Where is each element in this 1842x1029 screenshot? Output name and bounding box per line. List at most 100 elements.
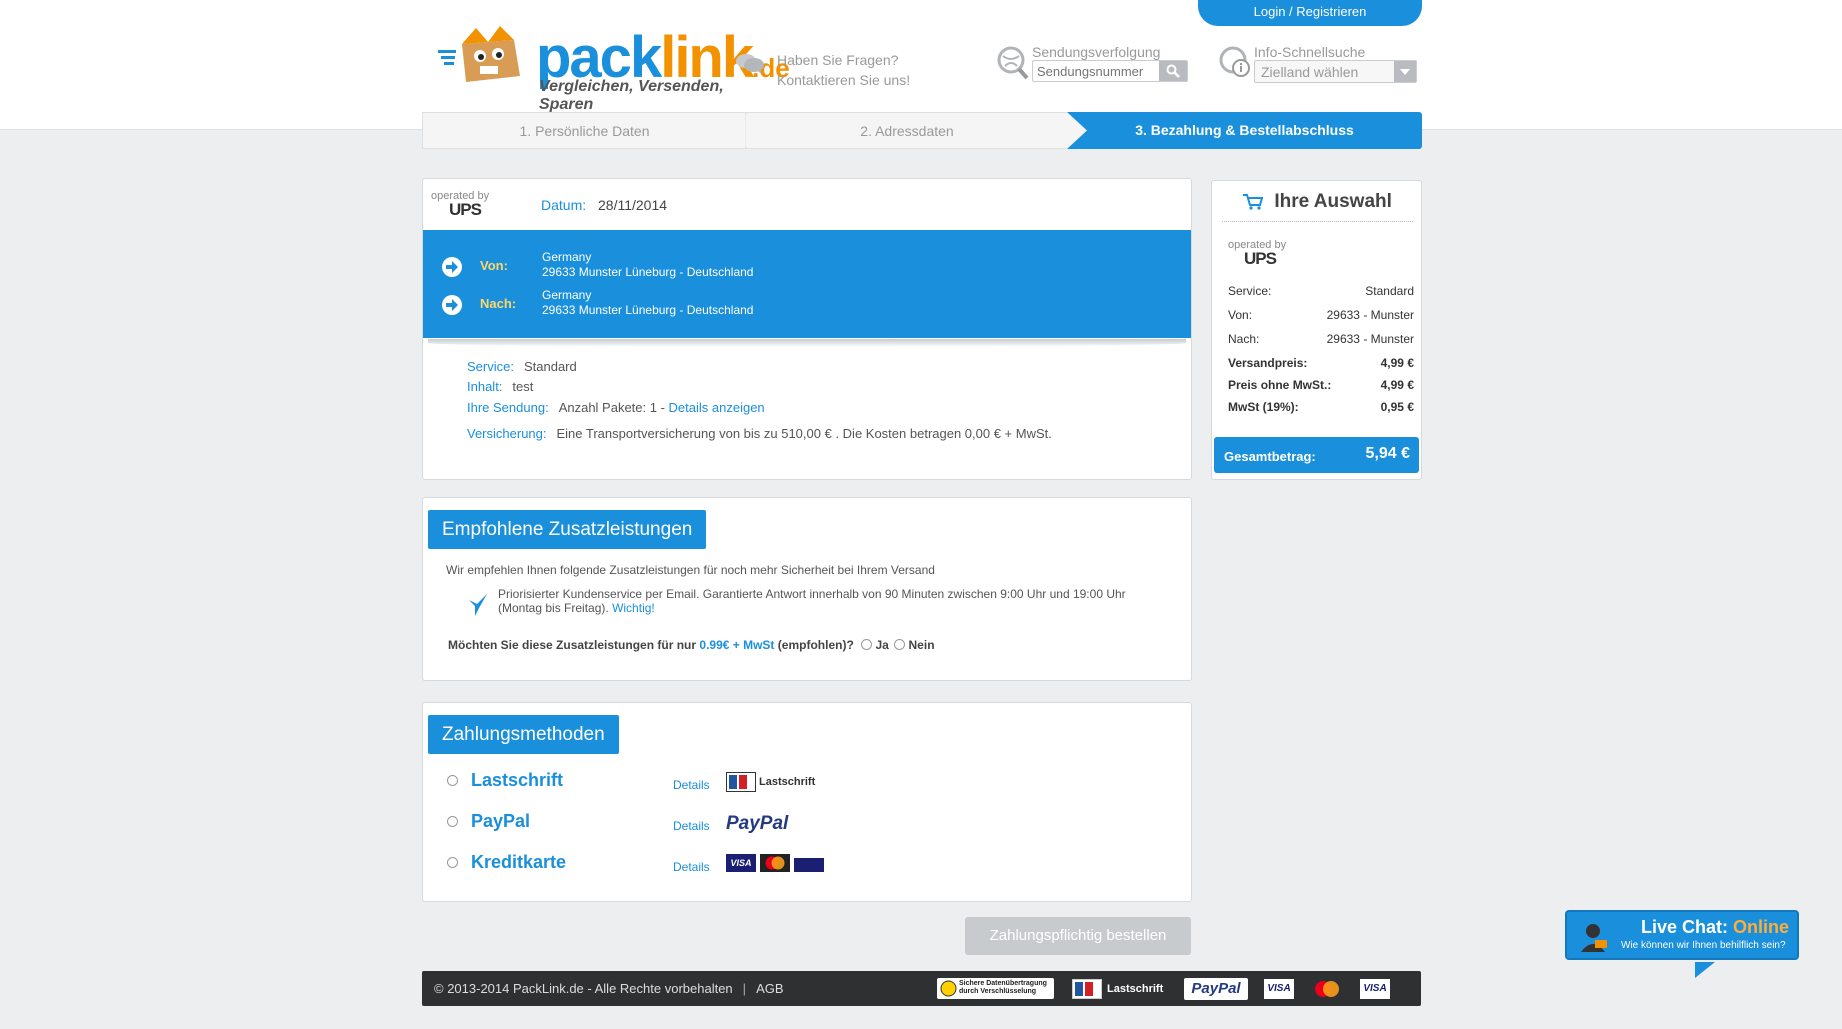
extras-item-text: Priorisierter Kundenservice per Email. G…: [498, 587, 1126, 615]
extras-title: Empfohlene Zusatzleistungen: [428, 510, 707, 549]
divider: [1222, 221, 1413, 222]
sidebar-to-row: Nach: 29633 - Munster: [1228, 332, 1414, 346]
footer-visa-logo: VISA: [1264, 979, 1294, 999]
shipment-details-panel: operated by UPS Datum: 28/11/2014 Von: G…: [422, 178, 1192, 480]
login-register-link[interactable]: Login / Registrieren: [1198, 0, 1422, 26]
checkout-steps: 1. Persönliche Daten 2. Adressdaten 3. B…: [422, 112, 1422, 149]
contact-link[interactable]: Haben Sie Fragen? Kontaktieren Sie uns!: [736, 50, 911, 90]
chat-subtitle: Wie können wir Ihnen behilflich sein?: [1621, 940, 1786, 951]
tracking-search-button[interactable]: [1159, 61, 1187, 81]
search-icon: [1166, 64, 1180, 78]
priority-support-icon: [469, 594, 487, 616]
country-select[interactable]: Zielland wählen: [1254, 60, 1417, 83]
contact-line1: Haben Sie Fragen?: [777, 52, 899, 68]
chevron-down-icon: [1394, 61, 1416, 82]
mastercard-icon: [760, 854, 790, 872]
footer-paypal-logo: PayPal: [1184, 978, 1248, 1000]
total-amount-box: Gesamtbetrag: 5,94 €: [1214, 437, 1419, 473]
contact-line2: Kontaktieren Sie uns!: [777, 72, 911, 88]
to-label: Nach:: [480, 296, 517, 311]
service-row: Service: Standard: [467, 359, 577, 374]
footer-visa-electron-logo: VISA: [1360, 979, 1390, 999]
date-row: Datum: 28/11/2014: [541, 197, 667, 213]
footer-mastercard-logo: [1315, 981, 1339, 997]
extras-intro: Wir empfehlen Ihnen folgende Zusatzleist…: [446, 563, 935, 577]
payment-methods-panel: Zahlungsmethoden Lastschrift Details Las…: [422, 702, 1192, 902]
direct-debit-icon: [726, 772, 756, 792]
extras-no-label: Nein: [908, 638, 935, 652]
live-chat-widget[interactable]: Live Chat: Online Wie können wir Ihnen b…: [1565, 910, 1799, 978]
arrow-right-icon: [442, 257, 462, 277]
extras-question: Möchten Sie diese Zusatzleistungen für n…: [448, 638, 935, 652]
step-divider-arrow: [1067, 112, 1087, 149]
sidebar-from-row: Von: 29633 - Munster: [1228, 308, 1414, 322]
payment-option-kreditkarte[interactable]: Kreditkarte Details VISA: [447, 852, 1147, 882]
visa-icon: VISA: [726, 854, 756, 872]
arrow-right-icon: [442, 295, 462, 315]
sidebar-service-row: Service: Standard: [1228, 284, 1414, 298]
sidebar-carrier-badge: operated by UPS: [1228, 239, 1287, 268]
paypal-label: PayPal: [471, 811, 531, 831]
parcel-details-link[interactable]: Details anzeigen: [669, 400, 765, 415]
kreditkarte-radio[interactable]: [447, 857, 458, 868]
footer-copyright: © 2013-2014 PackLink.de - Alle Rechte vo…: [434, 981, 784, 996]
sidebar-net-price-row: Preis ohne MwSt.: 4,99 €: [1228, 378, 1414, 392]
lastschrift-radio[interactable]: [447, 775, 458, 786]
support-agent-icon: [1581, 924, 1607, 952]
to-address: Germany 29633 Munster Lüneburg - Deutsch…: [542, 288, 754, 317]
content-row: Inhalt: test: [467, 379, 534, 394]
lastschrift-details-link[interactable]: Details: [673, 778, 710, 792]
chat-bubble-icon: [736, 54, 764, 75]
payment-option-paypal[interactable]: PayPal Details PayPal: [447, 811, 1147, 841]
sidebar-vat-row: MwSt (19%): 0,95 €: [1228, 400, 1414, 414]
date-label: Datum:: [541, 197, 587, 213]
globe-info-icon: [1219, 46, 1250, 77]
paypal-details-link[interactable]: Details: [673, 819, 710, 833]
credit-card-logos: VISA: [726, 854, 824, 872]
from-address: Germany 29633 Munster Lüneburg - Deutsch…: [542, 250, 754, 279]
footer: © 2013-2014 PackLink.de - Alle Rechte vo…: [422, 971, 1421, 1006]
route-shadow: [428, 339, 1186, 347]
box-mascot-icon: [438, 26, 520, 82]
extras-yes-radio[interactable]: [861, 639, 873, 650]
step-address-data: 2. Adressdaten: [747, 112, 1067, 149]
step-payment-active: 3. Bezahlung & Bestellabschluss: [1067, 112, 1422, 149]
lastschrift-logo: Lastschrift: [726, 772, 815, 792]
tracking-search-box: [1032, 60, 1188, 82]
extra-services-panel: Empfohlene Zusatzleistungen Wir empfehle…: [422, 497, 1192, 681]
ssl-badge: Sichere Datenübertragung durch Verschlüss…: [937, 978, 1054, 999]
globe-search-icon: [997, 46, 1029, 80]
total-label: Gesamtbetrag:: [1224, 449, 1316, 464]
carrier-badge: operated by UPS: [431, 190, 489, 218]
chat-status: Live Chat: Online: [1641, 917, 1790, 937]
important-link[interactable]: Wichtig!: [612, 601, 655, 615]
extras-yes-label: Ja: [875, 638, 889, 652]
agb-link[interactable]: AGB: [756, 981, 783, 996]
from-label: Von:: [480, 258, 508, 273]
date-value: 28/11/2014: [598, 197, 668, 213]
sidebar-shipping-price-row: Versandpreis: 4,99 €: [1228, 356, 1414, 370]
tracking-label: Sendungsverfolgung: [1032, 44, 1161, 60]
payment-option-lastschrift[interactable]: Lastschrift Details Lastschrift: [447, 770, 1147, 800]
direct-debit-icon: [1072, 979, 1102, 999]
paypal-radio[interactable]: [447, 816, 458, 827]
parcel-row: Ihre Sendung: Anzahl Pakete: 1 - Details …: [467, 400, 765, 415]
lastschrift-label: Lastschrift: [471, 770, 564, 790]
your-selection-panel: Ihre Auswahl operated by UPS Service: Sta…: [1211, 180, 1422, 480]
kreditkarte-details-link[interactable]: Details: [673, 860, 710, 874]
visa-electron-icon: [794, 854, 824, 872]
insurance-row: Versicherung: Eine Transportversicherung …: [467, 426, 1052, 441]
packlink-logo[interactable]: packlink.de Vergleichen, Versenden, Spar…: [436, 18, 790, 113]
info-label: Info-Schnellsuche: [1254, 44, 1366, 60]
payment-title: Zahlungsmethoden: [428, 715, 619, 754]
logo-tagline: Vergleichen, Versenden, Sparen: [539, 78, 724, 113]
country-select-value: Zielland wählen: [1261, 64, 1359, 80]
kreditkarte-label: Kreditkarte: [471, 852, 567, 872]
selection-title: Ihre Auswahl: [1212, 191, 1423, 213]
extras-no-radio[interactable]: [894, 639, 906, 650]
footer-lastschrift-logo: Lastschrift: [1072, 979, 1163, 999]
tracking-number-input[interactable]: [1033, 61, 1159, 81]
header-band: [0, 0, 1842, 130]
step-personal-data: 1. Persönliche Daten: [422, 112, 747, 149]
order-button[interactable]: Zahlungspflichtig bestellen: [965, 917, 1191, 955]
